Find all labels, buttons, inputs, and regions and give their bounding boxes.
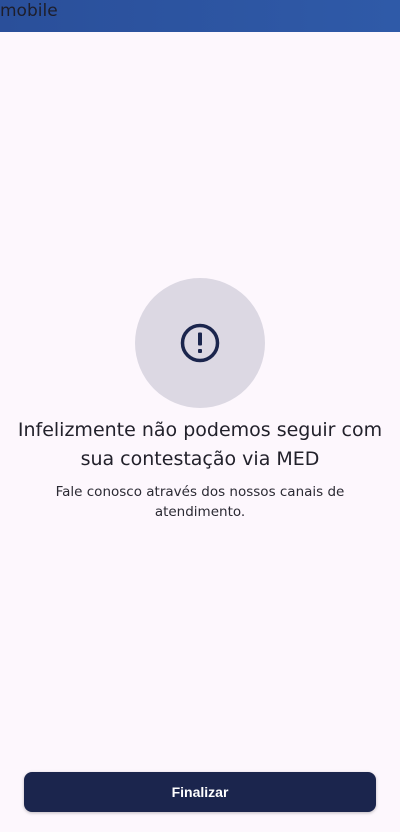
exclamation-circle-icon bbox=[180, 323, 220, 363]
top-app-bar bbox=[0, 0, 400, 32]
app-title: mobile bbox=[0, 1, 58, 21]
error-message-subtitle: Fale conosco através dos nossos canais d… bbox=[55, 484, 345, 520]
error-message-title: Infelizmente não podemos seguir com sua … bbox=[17, 419, 383, 470]
finish-button[interactable]: Finalizar bbox=[24, 772, 376, 812]
